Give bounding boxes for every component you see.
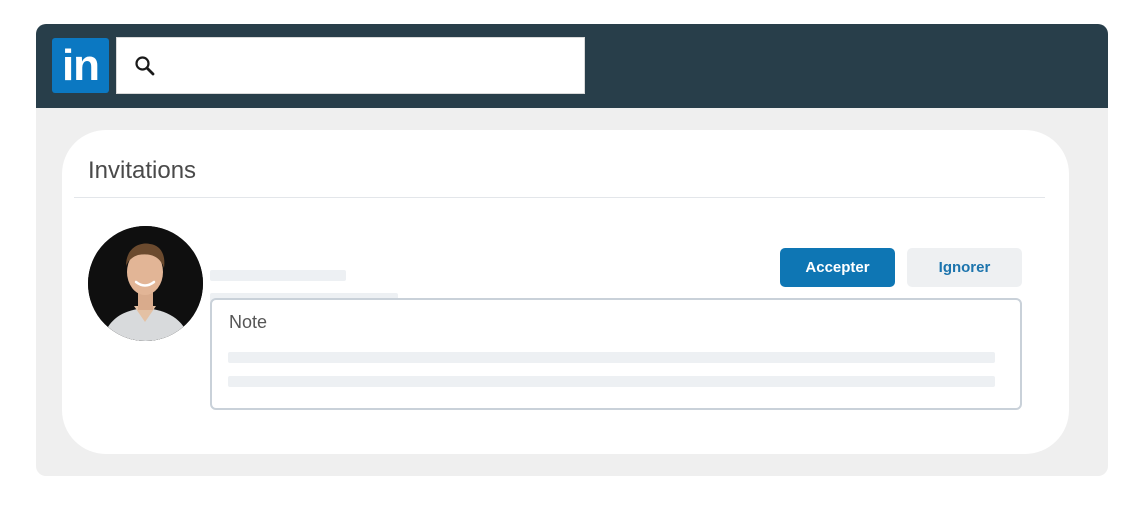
note-box[interactable]: Note [210,298,1022,410]
top-navigation-bar: in [36,24,1108,108]
linkedin-logo[interactable]: in [52,38,109,93]
search-input[interactable] [165,46,565,86]
accept-button[interactable]: Accepter [780,248,895,287]
ignore-button[interactable]: Ignorer [907,248,1022,287]
app-window: in Invitations Accepter Ignorer Note [36,24,1108,476]
person-photo-icon [88,226,203,341]
note-label: Note [229,312,268,332]
avatar[interactable] [88,226,203,341]
divider [74,197,1045,198]
note-line-placeholder [228,376,995,387]
search-bar[interactable] [116,37,585,94]
search-icon [135,56,155,76]
invitations-title: Invitations [88,157,197,184]
note-line-placeholder [228,352,995,363]
invitations-card: Invitations Accepter Ignorer Note [62,130,1069,454]
name-placeholder [210,270,346,281]
